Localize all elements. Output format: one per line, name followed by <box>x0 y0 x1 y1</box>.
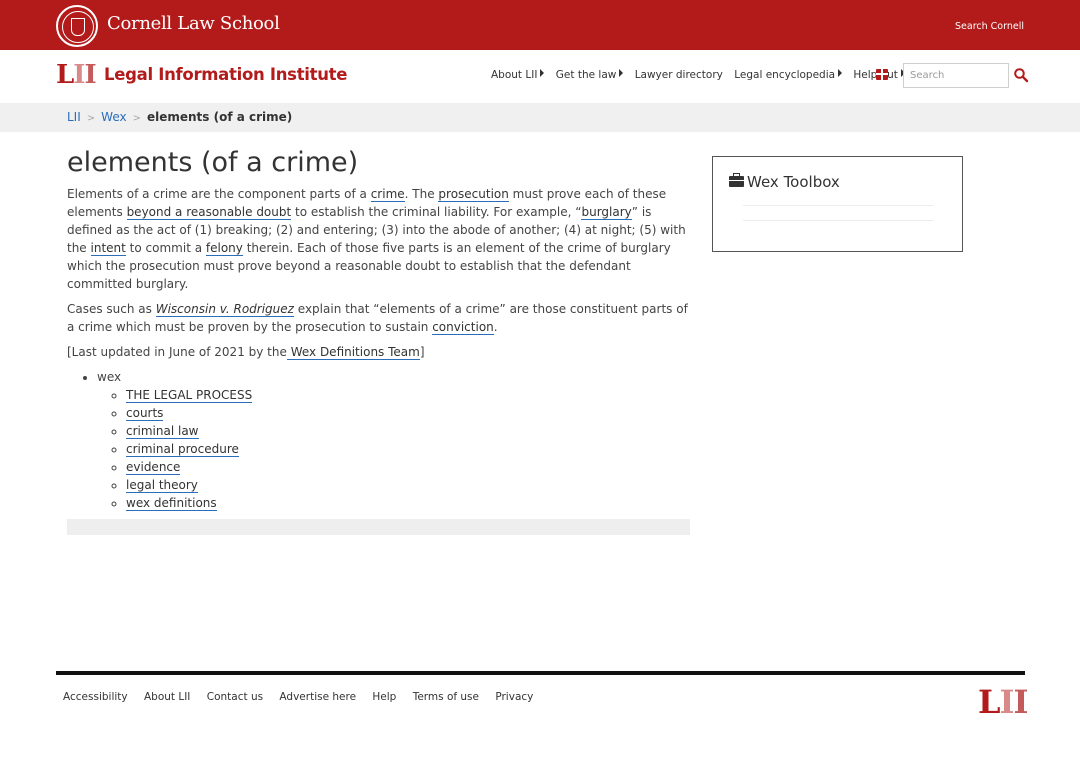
topic-link[interactable]: wex definitions <box>126 496 217 511</box>
cornell-seal-icon[interactable] <box>56 5 98 47</box>
cornell-header: Cornell Law School Search Cornell <box>0 0 1080 50</box>
page-title: elements (of a crime) <box>67 147 359 178</box>
paragraph-text: to establish the criminal liability. For… <box>291 205 582 219</box>
paragraph-text: Cases such as <box>67 302 156 316</box>
link-beyond-a-reasonable-doubt[interactable]: beyond a reasonable doubt <box>126 205 292 220</box>
link-intent[interactable]: intent <box>90 241 126 256</box>
last-updated-text: [Last updated in June of 2021 by the <box>67 345 287 359</box>
nav-lawyer-directory[interactable]: Lawyer directory <box>635 69 723 81</box>
nav-label: Get the law <box>555 69 617 81</box>
lii-logo-letter: I <box>1013 683 1028 721</box>
breadcrumb-current: elements (of a crime) <box>146 110 293 124</box>
lii-logo-letter: I <box>84 60 96 90</box>
last-updated: [Last updated in June of 2021 by the Wex… <box>67 343 690 361</box>
topic-sublist: THE LEGAL PROCESS courts criminal law cr… <box>97 386 690 512</box>
topic-link[interactable]: legal theory <box>126 478 198 493</box>
search-cornell-link[interactable]: Search Cornell <box>955 21 1024 32</box>
topic-link[interactable]: courts <box>126 406 164 421</box>
lii-logo[interactable]: LII <box>56 60 97 90</box>
nav-label: Legal encyclopedia <box>734 69 836 81</box>
breadcrumb-lii-link[interactable]: LII <box>67 110 81 124</box>
content-footer-strip <box>67 519 690 535</box>
nav-about-lii[interactable]: About LII <box>491 69 545 81</box>
list-item: wex definitions <box>126 494 690 512</box>
topic-list: wex THE LEGAL PROCESS courts criminal la… <box>67 368 690 512</box>
toolbox-divider <box>743 205 933 206</box>
footer-link-accessibility[interactable]: Accessibility <box>63 691 128 703</box>
paragraph-text: to commit a <box>125 241 206 255</box>
article-paragraph: Elements of a crime are the component pa… <box>67 185 690 293</box>
nav-label: About LII <box>491 69 538 81</box>
lii-logo-letter: I <box>999 683 1015 721</box>
paragraph-text: . The <box>404 187 439 201</box>
lii-logo-letter: L <box>978 683 1000 721</box>
list-item: evidence <box>126 458 690 476</box>
nav-get-the-law[interactable]: Get the law <box>556 69 624 81</box>
link-burglary[interactable]: burglary <box>581 205 632 220</box>
toolbox-divider <box>743 220 933 221</box>
cornell-law-school-link[interactable]: Cornell Law School <box>107 13 280 34</box>
footer-lii-logo[interactable]: LII <box>978 683 1028 721</box>
lii-title-link[interactable]: Legal Information Institute <box>104 65 347 84</box>
footer-links: Accessibility About LII Contact us Adver… <box>63 691 546 703</box>
footer-link-help[interactable]: Help <box>372 691 396 703</box>
gift-icon[interactable] <box>876 69 888 80</box>
paragraph-text: . <box>493 320 498 334</box>
last-updated-text: ] <box>419 345 425 359</box>
breadcrumb-wex-link[interactable]: Wex <box>101 110 126 124</box>
list-item: THE LEGAL PROCESS <box>126 386 690 404</box>
link-conviction[interactable]: conviction <box>432 320 494 335</box>
list-item: courts <box>126 404 690 422</box>
topic-link[interactable]: evidence <box>126 460 181 475</box>
caret-right-icon <box>838 69 843 77</box>
breadcrumb-separator: > <box>86 113 96 124</box>
topic-group-label: wex <box>97 370 122 384</box>
lii-header: LII Legal Information Institute About LI… <box>0 50 1080 103</box>
nav-label: Lawyer directory <box>634 69 723 81</box>
article: elements (of a crime) Elements of a crim… <box>67 145 690 535</box>
footer-divider <box>56 671 1025 675</box>
list-item: legal theory <box>126 476 690 494</box>
footer-link-privacy[interactable]: Privacy <box>495 691 533 703</box>
footer-link-contact-us[interactable]: Contact us <box>207 691 263 703</box>
footer-link-about-lii[interactable]: About LII <box>144 691 190 703</box>
search-input[interactable] <box>903 63 1009 88</box>
footer-link-advertise-here[interactable]: Advertise here <box>279 691 356 703</box>
link-felony[interactable]: felony <box>205 241 243 256</box>
breadcrumb: LII > Wex > elements (of a crime) <box>0 103 1080 132</box>
main-nav: About LII Get the law Lawyer directory L… <box>491 69 913 81</box>
caret-right-icon <box>540 69 545 77</box>
link-wisconsin-v-rodriguez[interactable]: Wisconsin v. Rodriguez <box>155 302 294 317</box>
nav-legal-encyclopedia[interactable]: Legal encyclopedia <box>734 69 843 81</box>
caret-right-icon <box>619 69 624 77</box>
toolbox-title: Wex Toolbox <box>747 173 840 191</box>
breadcrumb-separator: > <box>132 113 141 124</box>
wex-toolbox: Wex Toolbox <box>712 156 963 252</box>
list-item: criminal law <box>126 422 690 440</box>
paragraph-text: Elements of a crime are the component pa… <box>67 187 371 201</box>
topic-link[interactable]: criminal procedure <box>126 442 239 457</box>
footer-link-terms-of-use[interactable]: Terms of use <box>413 691 479 703</box>
link-crime[interactable]: crime <box>370 187 405 202</box>
lii-logo-letter: L <box>56 60 74 90</box>
article-paragraph: Cases such as Wisconsin v. Rodriguez exp… <box>67 300 690 336</box>
search-icon[interactable] <box>1013 67 1029 83</box>
briefcase-icon <box>729 173 744 187</box>
topic-group: wex THE LEGAL PROCESS courts criminal la… <box>97 368 690 512</box>
list-item: criminal procedure <box>126 440 690 458</box>
link-prosecution[interactable]: prosecution <box>438 187 509 202</box>
topic-link[interactable]: THE LEGAL PROCESS <box>126 388 253 403</box>
topic-link[interactable]: criminal law <box>126 424 199 439</box>
link-wex-definitions-team[interactable]: Wex Definitions Team <box>286 345 420 360</box>
lii-logo-letter: I <box>73 60 85 90</box>
